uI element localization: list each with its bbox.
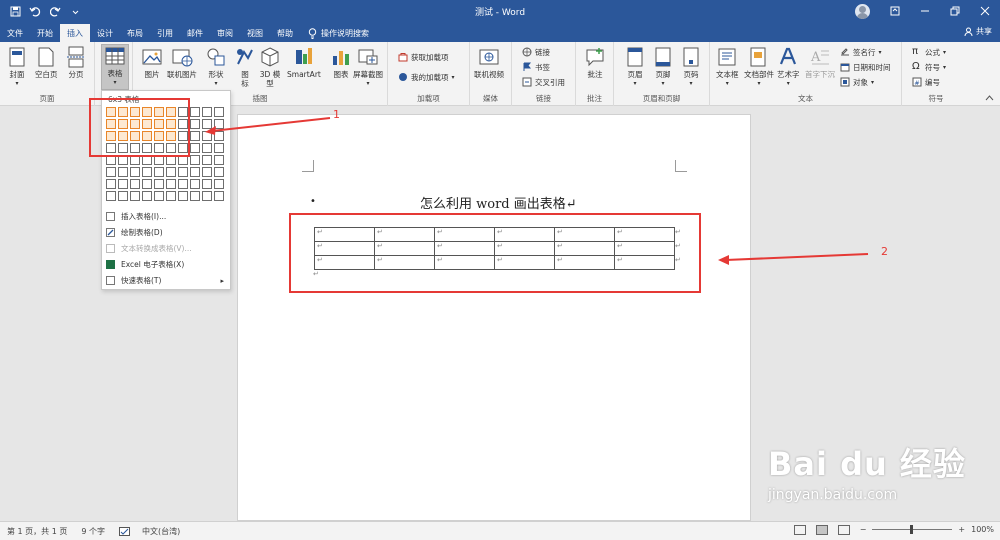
watermark-brand: Bai du 经验 [768,445,966,483]
annotation-arrowhead-1 [205,126,216,135]
web-layout-icon[interactable] [838,525,850,535]
zoom-control: − + 100% [860,525,994,534]
read-mode-icon[interactable] [794,525,806,535]
page-count[interactable]: 第 1 页，共 1 页 [7,526,67,537]
zoom-slider-thumb[interactable] [910,525,914,534]
zoom-out-button[interactable]: − [860,525,867,534]
proofing-icon[interactable] [119,526,130,536]
status-bar: 第 1 页，共 1 页 9 个字 中文(台湾) − + 100% [0,521,1000,540]
baidu-watermark: Bai du 经验 jingyan.baidu.com [748,435,988,515]
annotation-label-1: 1 [333,108,340,121]
language[interactable]: 中文(台湾) [142,526,180,537]
print-layout-icon[interactable] [816,525,828,535]
zoom-level[interactable]: 100% [971,525,994,534]
word-count[interactable]: 9 个字 [81,526,105,537]
annotation-label-2: 2 [881,245,888,258]
zoom-slider[interactable] [872,525,953,534]
annotation-arrow-2 [725,253,869,261]
watermark-url: jingyan.baidu.com [768,487,898,503]
annotation-arrow-1 [211,117,331,132]
zoom-in-button[interactable]: + [958,525,965,534]
annotation-arrowhead-2 [718,255,729,265]
